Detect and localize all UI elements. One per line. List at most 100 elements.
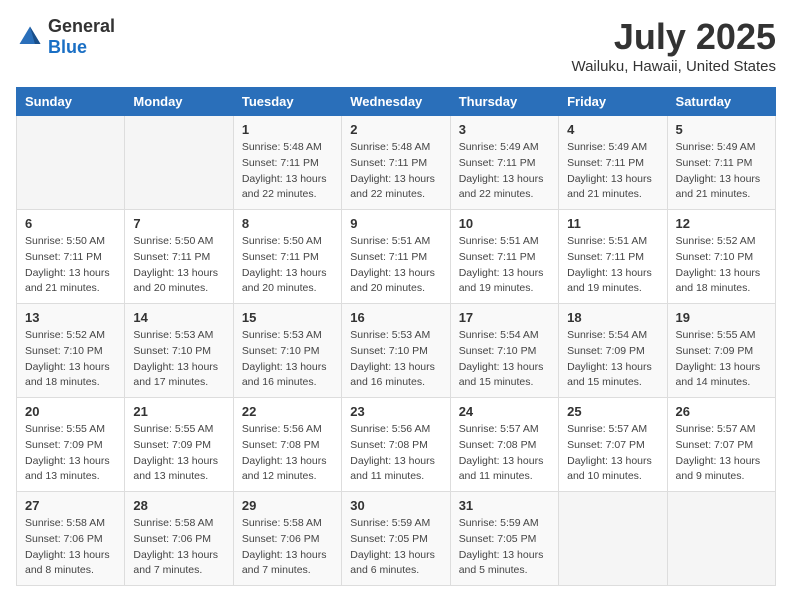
table-row: 27 Sunrise: 5:58 AMSunset: 7:06 PMDaylig… (17, 492, 125, 586)
table-row: 1 Sunrise: 5:48 AMSunset: 7:11 PMDayligh… (233, 116, 341, 210)
day-number: 22 (242, 404, 333, 419)
day-info: Sunrise: 5:49 AMSunset: 7:11 PMDaylight:… (676, 140, 767, 203)
day-info: Sunrise: 5:50 AMSunset: 7:11 PMDaylight:… (25, 234, 116, 297)
day-number: 24 (459, 404, 550, 419)
table-row: 29 Sunrise: 5:58 AMSunset: 7:06 PMDaylig… (233, 492, 341, 586)
day-info: Sunrise: 5:57 AMSunset: 7:07 PMDaylight:… (567, 422, 658, 485)
day-number: 4 (567, 122, 658, 137)
table-row: 5 Sunrise: 5:49 AMSunset: 7:11 PMDayligh… (667, 116, 775, 210)
table-row: 4 Sunrise: 5:49 AMSunset: 7:11 PMDayligh… (559, 116, 667, 210)
day-number: 17 (459, 310, 550, 325)
table-row: 10 Sunrise: 5:51 AMSunset: 7:11 PMDaylig… (450, 210, 558, 304)
day-number: 6 (25, 216, 116, 231)
col-saturday: Saturday (667, 88, 775, 116)
col-thursday: Thursday (450, 88, 558, 116)
table-row: 30 Sunrise: 5:59 AMSunset: 7:05 PMDaylig… (342, 492, 450, 586)
calendar-week-row: 27 Sunrise: 5:58 AMSunset: 7:06 PMDaylig… (17, 492, 776, 586)
day-number: 9 (350, 216, 441, 231)
day-info: Sunrise: 5:52 AMSunset: 7:10 PMDaylight:… (25, 328, 116, 391)
logo-general: General (48, 16, 115, 36)
table-row: 20 Sunrise: 5:55 AMSunset: 7:09 PMDaylig… (17, 398, 125, 492)
day-number: 11 (567, 216, 658, 231)
day-info: Sunrise: 5:56 AMSunset: 7:08 PMDaylight:… (242, 422, 333, 485)
day-info: Sunrise: 5:57 AMSunset: 7:08 PMDaylight:… (459, 422, 550, 485)
col-monday: Monday (125, 88, 233, 116)
day-info: Sunrise: 5:55 AMSunset: 7:09 PMDaylight:… (676, 328, 767, 391)
table-row: 12 Sunrise: 5:52 AMSunset: 7:10 PMDaylig… (667, 210, 775, 304)
table-row: 19 Sunrise: 5:55 AMSunset: 7:09 PMDaylig… (667, 304, 775, 398)
day-number: 23 (350, 404, 441, 419)
day-info: Sunrise: 5:57 AMSunset: 7:07 PMDaylight:… (676, 422, 767, 485)
day-number: 21 (133, 404, 224, 419)
day-number: 27 (25, 498, 116, 513)
day-number: 3 (459, 122, 550, 137)
day-number: 30 (350, 498, 441, 513)
table-row: 17 Sunrise: 5:54 AMSunset: 7:10 PMDaylig… (450, 304, 558, 398)
day-info: Sunrise: 5:51 AMSunset: 7:11 PMDaylight:… (459, 234, 550, 297)
day-info: Sunrise: 5:59 AMSunset: 7:05 PMDaylight:… (350, 516, 441, 579)
day-number: 19 (676, 310, 767, 325)
title-area: July 2025 Wailuku, Hawaii, United States (571, 16, 776, 75)
table-row (559, 492, 667, 586)
day-number: 18 (567, 310, 658, 325)
day-number: 8 (242, 216, 333, 231)
day-info: Sunrise: 5:48 AMSunset: 7:11 PMDaylight:… (242, 140, 333, 203)
table-row: 22 Sunrise: 5:56 AMSunset: 7:08 PMDaylig… (233, 398, 341, 492)
table-row: 28 Sunrise: 5:58 AMSunset: 7:06 PMDaylig… (125, 492, 233, 586)
day-number: 28 (133, 498, 224, 513)
day-info: Sunrise: 5:50 AMSunset: 7:11 PMDaylight:… (133, 234, 224, 297)
day-number: 26 (676, 404, 767, 419)
day-info: Sunrise: 5:48 AMSunset: 7:11 PMDaylight:… (350, 140, 441, 203)
calendar-week-row: 20 Sunrise: 5:55 AMSunset: 7:09 PMDaylig… (17, 398, 776, 492)
day-info: Sunrise: 5:50 AMSunset: 7:11 PMDaylight:… (242, 234, 333, 297)
table-row: 6 Sunrise: 5:50 AMSunset: 7:11 PMDayligh… (17, 210, 125, 304)
day-info: Sunrise: 5:55 AMSunset: 7:09 PMDaylight:… (133, 422, 224, 485)
location-title: Wailuku, Hawaii, United States (571, 58, 776, 75)
col-friday: Friday (559, 88, 667, 116)
table-row: 8 Sunrise: 5:50 AMSunset: 7:11 PMDayligh… (233, 210, 341, 304)
day-info: Sunrise: 5:52 AMSunset: 7:10 PMDaylight:… (676, 234, 767, 297)
day-number: 5 (676, 122, 767, 137)
day-number: 20 (25, 404, 116, 419)
day-info: Sunrise: 5:56 AMSunset: 7:08 PMDaylight:… (350, 422, 441, 485)
table-row: 2 Sunrise: 5:48 AMSunset: 7:11 PMDayligh… (342, 116, 450, 210)
day-number: 25 (567, 404, 658, 419)
table-row: 13 Sunrise: 5:52 AMSunset: 7:10 PMDaylig… (17, 304, 125, 398)
day-info: Sunrise: 5:58 AMSunset: 7:06 PMDaylight:… (133, 516, 224, 579)
day-number: 16 (350, 310, 441, 325)
col-tuesday: Tuesday (233, 88, 341, 116)
table-row: 21 Sunrise: 5:55 AMSunset: 7:09 PMDaylig… (125, 398, 233, 492)
month-title: July 2025 (571, 16, 776, 58)
day-info: Sunrise: 5:55 AMSunset: 7:09 PMDaylight:… (25, 422, 116, 485)
logo-icon (16, 23, 44, 51)
table-row: 18 Sunrise: 5:54 AMSunset: 7:09 PMDaylig… (559, 304, 667, 398)
day-info: Sunrise: 5:51 AMSunset: 7:11 PMDaylight:… (567, 234, 658, 297)
logo-blue: Blue (48, 37, 87, 57)
table-row: 16 Sunrise: 5:53 AMSunset: 7:10 PMDaylig… (342, 304, 450, 398)
table-row: 26 Sunrise: 5:57 AMSunset: 7:07 PMDaylig… (667, 398, 775, 492)
table-row: 3 Sunrise: 5:49 AMSunset: 7:11 PMDayligh… (450, 116, 558, 210)
day-number: 29 (242, 498, 333, 513)
day-number: 10 (459, 216, 550, 231)
calendar-header: Sunday Monday Tuesday Wednesday Thursday… (17, 88, 776, 116)
day-info: Sunrise: 5:53 AMSunset: 7:10 PMDaylight:… (242, 328, 333, 391)
header-row: Sunday Monday Tuesday Wednesday Thursday… (17, 88, 776, 116)
day-info: Sunrise: 5:49 AMSunset: 7:11 PMDaylight:… (567, 140, 658, 203)
day-info: Sunrise: 5:53 AMSunset: 7:10 PMDaylight:… (350, 328, 441, 391)
table-row: 15 Sunrise: 5:53 AMSunset: 7:10 PMDaylig… (233, 304, 341, 398)
day-info: Sunrise: 5:59 AMSunset: 7:05 PMDaylight:… (459, 516, 550, 579)
table-row: 7 Sunrise: 5:50 AMSunset: 7:11 PMDayligh… (125, 210, 233, 304)
day-info: Sunrise: 5:58 AMSunset: 7:06 PMDaylight:… (242, 516, 333, 579)
day-number: 14 (133, 310, 224, 325)
logo: General Blue (16, 16, 115, 58)
day-number: 2 (350, 122, 441, 137)
table-row: 9 Sunrise: 5:51 AMSunset: 7:11 PMDayligh… (342, 210, 450, 304)
table-row (17, 116, 125, 210)
table-row: 23 Sunrise: 5:56 AMSunset: 7:08 PMDaylig… (342, 398, 450, 492)
col-wednesday: Wednesday (342, 88, 450, 116)
table-row: 24 Sunrise: 5:57 AMSunset: 7:08 PMDaylig… (450, 398, 558, 492)
day-info: Sunrise: 5:49 AMSunset: 7:11 PMDaylight:… (459, 140, 550, 203)
day-number: 13 (25, 310, 116, 325)
table-row: 25 Sunrise: 5:57 AMSunset: 7:07 PMDaylig… (559, 398, 667, 492)
table-row: 14 Sunrise: 5:53 AMSunset: 7:10 PMDaylig… (125, 304, 233, 398)
